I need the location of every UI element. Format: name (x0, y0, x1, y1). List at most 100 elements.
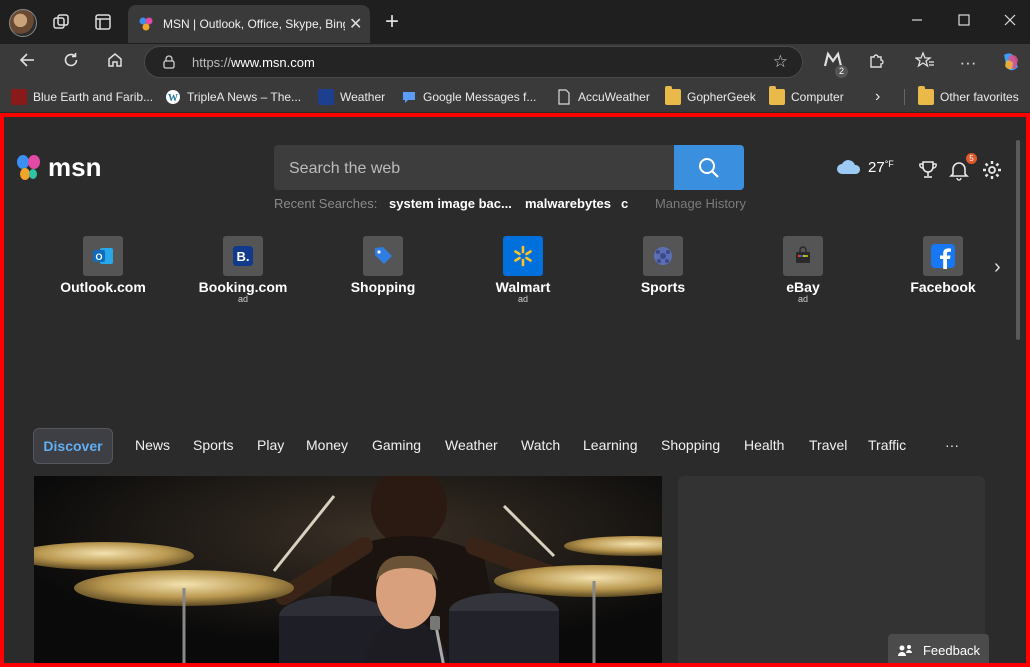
quick-link-facebook[interactable]: Facebook (883, 236, 1003, 295)
scrollbar[interactable] (1016, 140, 1020, 340)
tab-gaming[interactable]: Gaming (372, 437, 421, 453)
more-menu-icon[interactable]: ··· (955, 51, 981, 75)
favorite-folder[interactable]: GopherGeek (665, 86, 756, 106)
msn-logo[interactable]: msn (14, 152, 101, 183)
tab-money[interactable]: Money (306, 437, 348, 453)
ad-label: ad (797, 294, 808, 304)
tab-weather[interactable]: Weather (445, 437, 498, 453)
copilot-icon[interactable] (998, 51, 1024, 75)
maximize-icon[interactable] (952, 10, 976, 34)
favorite-folder[interactable]: Computer (769, 86, 844, 106)
quick-link-walmart[interactable]: Walmart ad (463, 236, 583, 304)
tab-learning[interactable]: Learning (583, 437, 638, 453)
msn-butterfly-icon (17, 154, 40, 180)
msn-logo-text: msn (48, 152, 102, 182)
recent-search-item[interactable]: system image bac... (389, 196, 512, 211)
ebay-icon (783, 236, 823, 276)
favorite-item[interactable]: Blue Earth and Farib... (11, 88, 153, 106)
page-icon (558, 89, 570, 105)
favorite-item[interactable]: Weather (318, 88, 385, 106)
quick-link-outlook[interactable]: O Outlook.com (43, 236, 163, 295)
feedback-people-icon (897, 644, 912, 656)
address-bar[interactable]: https://www.msn.com ☆ (144, 46, 803, 78)
outlook-icon: O (83, 236, 123, 276)
tab-traffic[interactable]: Traffic (868, 437, 906, 453)
refresh-icon[interactable] (58, 51, 84, 75)
tab-travel[interactable]: Travel (809, 437, 847, 453)
new-tab-button[interactable]: + (380, 8, 404, 36)
lock-icon[interactable] (161, 54, 177, 70)
ad-label: ad (517, 294, 528, 304)
cloud-icon (837, 160, 861, 174)
svg-text:W: W (168, 93, 178, 104)
search-icon (699, 157, 719, 178)
drummer-photo (34, 476, 662, 667)
close-icon[interactable] (998, 10, 1022, 34)
profile-avatar[interactable] (9, 9, 37, 37)
manage-history-link[interactable]: Manage History (655, 196, 746, 211)
sports-ball-icon (643, 236, 683, 276)
wordpress-icon: W (166, 90, 180, 104)
recent-search-item[interactable]: malwarebytes (525, 196, 611, 211)
tab-msn[interactable]: MSN | Outlook, Office, Skype, Bing ✕ (128, 5, 370, 43)
messages-icon (403, 92, 415, 103)
tab-watch[interactable]: Watch (521, 437, 560, 453)
quick-link-sports[interactable]: Sports (603, 236, 723, 295)
tab-play[interactable]: Play (257, 437, 284, 453)
extension-m-icon[interactable]: 2 (820, 51, 848, 78)
minimize-icon[interactable] (905, 10, 929, 34)
quick-link-shopping[interactable]: Shopping (323, 236, 443, 295)
recent-searches: Recent Searches: system image bac... mal… (274, 196, 746, 214)
workspaces-icon[interactable] (49, 10, 73, 34)
favorites-overflow-chevron-icon[interactable]: › (875, 88, 880, 106)
tab-close-icon[interactable]: ✕ (349, 14, 362, 34)
favorites-list-icon[interactable] (912, 51, 938, 75)
favorite-item[interactable]: AccuWeather (556, 88, 650, 106)
search-box[interactable] (274, 145, 744, 190)
quick-links-next-chevron-icon[interactable]: › (994, 256, 1001, 279)
ad-label: ad (237, 294, 248, 304)
tab-actions-icon[interactable] (91, 10, 115, 34)
favorite-item[interactable]: W TripleA News – The... (165, 88, 301, 106)
svg-text:B.: B. (237, 249, 250, 264)
recent-searches-label: Recent Searches: (274, 196, 378, 211)
folder-icon (918, 86, 934, 105)
booking-icon: B. (223, 236, 263, 276)
hero-story-image[interactable] (34, 476, 662, 667)
msn-favicon (139, 17, 153, 31)
facebook-icon (923, 236, 963, 276)
folder-icon (769, 86, 785, 105)
tab-sports[interactable]: Sports (193, 437, 233, 453)
feedback-button[interactable]: Feedback (888, 634, 989, 667)
other-favorites-folder[interactable]: Other favorites (918, 86, 1019, 106)
navigation-bar: https://www.msn.com ☆ 2 ··· (0, 44, 1030, 82)
search-button[interactable] (674, 145, 744, 190)
home-icon[interactable] (102, 51, 128, 75)
extension-badge: 2 (835, 65, 848, 78)
settings-gear-icon[interactable] (981, 159, 1003, 181)
weather-widget[interactable]: 27°F (836, 158, 894, 176)
svg-text:O: O (95, 252, 102, 262)
notification-count-badge: 5 (966, 153, 977, 164)
tab-title: MSN | Outlook, Office, Skype, Bing (163, 17, 345, 31)
tab-discover[interactable]: Discover (33, 428, 113, 464)
weather-site-icon (318, 89, 334, 105)
favorites-bar: Blue Earth and Farib... W TripleA News –… (0, 82, 1030, 113)
quick-link-ebay[interactable]: eBay ad (743, 236, 863, 304)
more-categories-icon[interactable]: ··· (945, 437, 959, 453)
quick-link-booking[interactable]: B. Booking.com ad (183, 236, 303, 304)
tab-shopping[interactable]: Shopping (661, 437, 720, 453)
search-input[interactable] (274, 145, 691, 190)
video-icon (11, 89, 27, 105)
tab-news[interactable]: News (135, 437, 170, 453)
walmart-icon (503, 236, 543, 276)
favorite-item[interactable]: Google Messages f... (401, 88, 536, 106)
favorite-star-icon[interactable]: ☆ (773, 52, 788, 72)
back-icon[interactable] (14, 51, 40, 75)
divider (904, 89, 905, 105)
recent-search-item[interactable]: c (621, 196, 628, 211)
tab-health[interactable]: Health (744, 437, 784, 453)
rewards-trophy-icon[interactable] (917, 159, 939, 181)
url-text[interactable]: https://www.msn.com (192, 55, 315, 70)
extensions-puzzle-icon[interactable] (863, 51, 889, 75)
